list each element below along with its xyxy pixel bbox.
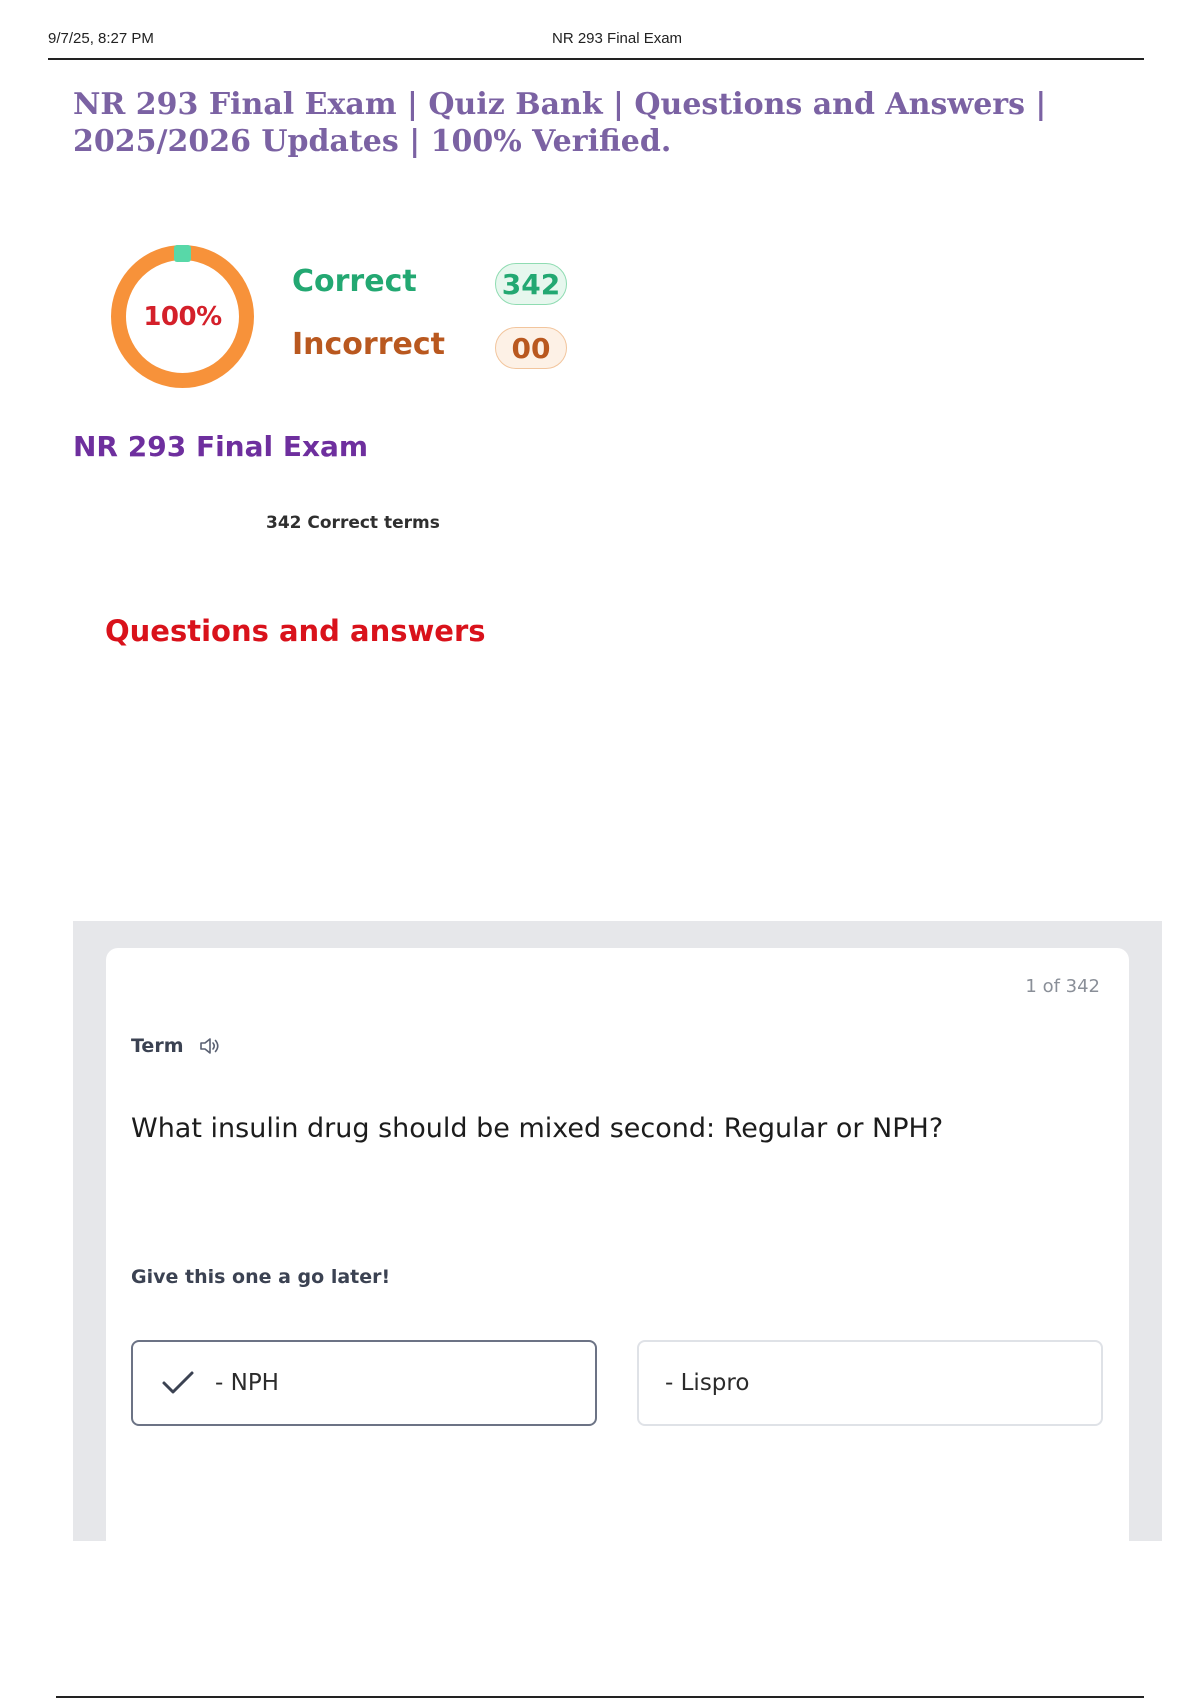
incorrect-count-badge: 00 (495, 327, 567, 369)
answer-option-lispro[interactable]: - Lispro (637, 1340, 1103, 1426)
answer-option-nph[interactable]: - NPH (131, 1340, 597, 1426)
score-percent: 100% (143, 301, 222, 332)
print-title: NR 293 Final Exam (552, 30, 683, 47)
document-title: NR 293 Final Exam | Quiz Bank | Question… (73, 87, 1047, 159)
flashcard (106, 948, 1129, 1541)
check-icon (162, 1371, 194, 1394)
correct-label: Correct (292, 264, 417, 299)
incorrect-label: Incorrect (292, 327, 445, 362)
correct-count-badge: 342 (495, 263, 567, 305)
answer-text: - Lispro (665, 1370, 750, 1396)
card-counter: 1 of 342 (1025, 976, 1100, 997)
term-label: Term (131, 1035, 184, 1057)
set-title: NR 293 Final Exam (73, 430, 369, 463)
question-text: What insulin drug should be mixed second… (131, 1113, 944, 1144)
terms-count: 342 Correct terms (266, 513, 440, 533)
give-later-text: Give this one a go later! (131, 1266, 391, 1288)
speaker-icon[interactable] (199, 1036, 221, 1056)
print-header: 9/7/25, 8:27 PM NR 293 Final Exam (48, 28, 1144, 60)
qa-heading: Questions and answers (105, 614, 486, 648)
footer-divider (56, 1696, 1144, 1698)
print-date: 9/7/25, 8:27 PM (48, 30, 154, 47)
answer-text: - NPH (215, 1370, 279, 1396)
